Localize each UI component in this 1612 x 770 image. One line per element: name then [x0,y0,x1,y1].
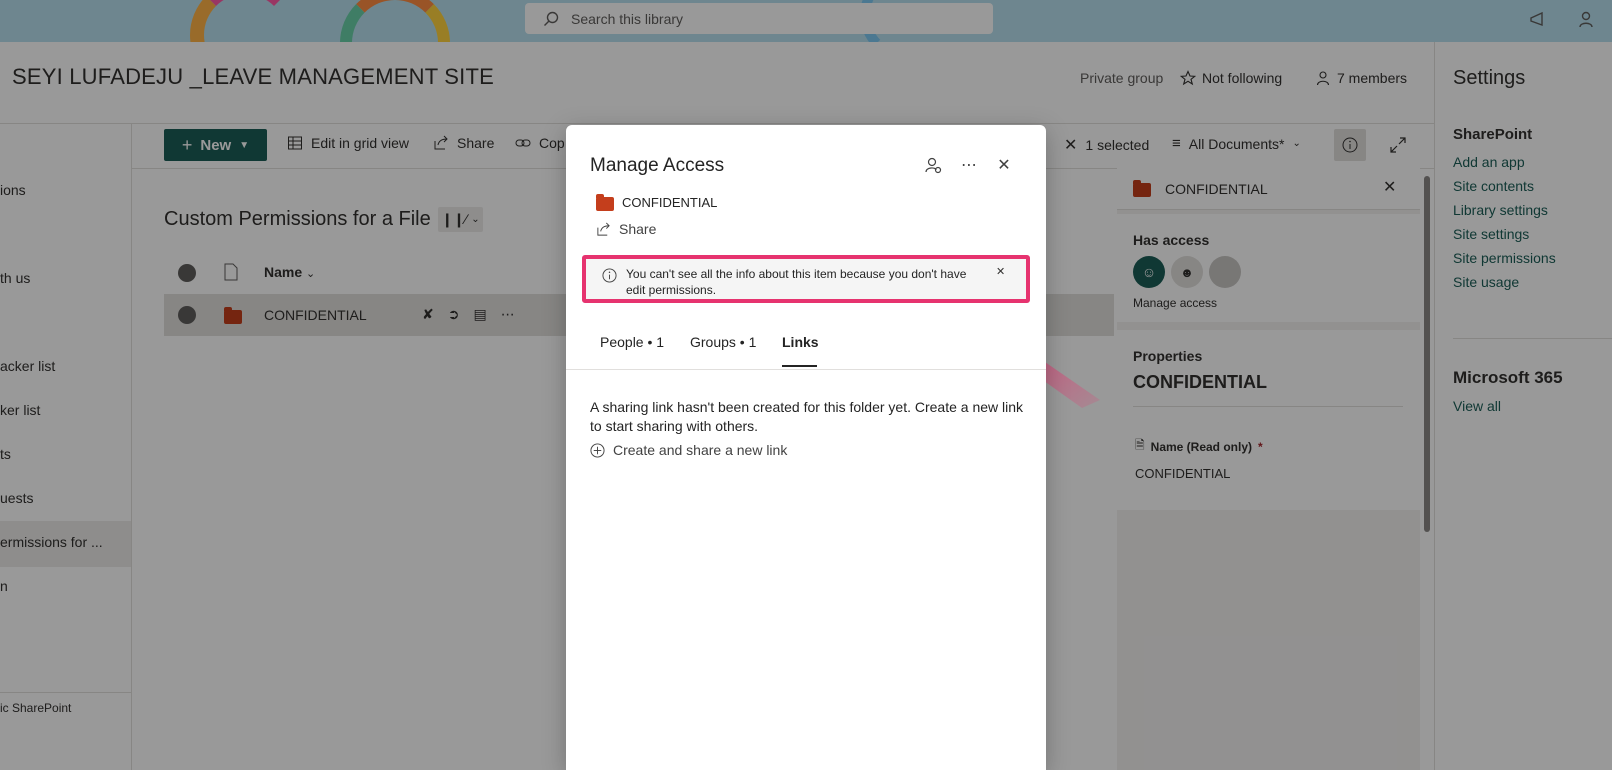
share-label: Share [619,221,657,237]
add-circle-icon [590,442,605,458]
item-name: CONFIDENTIAL [622,195,718,210]
dialog-title: Manage Access [590,155,725,176]
dismiss-icon[interactable]: ✕ [996,265,1005,278]
more-icon[interactable]: ⋯ [959,155,979,175]
tab-bar: People • 1 Groups • 1 Links [566,322,1046,370]
advanced-settings-icon[interactable] [923,155,943,175]
tab-groups[interactable]: Groups • 1 [690,334,756,350]
create-link-button[interactable]: Create and share a new link [590,442,787,458]
share-button[interactable]: Share [596,221,656,237]
item-name-row: CONFIDENTIAL [596,193,718,211]
permission-warning-banner: You can't see all the info about this it… [582,255,1030,303]
info-icon [602,268,617,283]
links-empty-message: A sharing link hasn't been created for t… [590,399,1024,434]
tab-people[interactable]: People • 1 [600,334,664,350]
manage-access-dialog: Manage Access ⋯ ✕ CONFIDENTIAL Share You… [566,125,1046,770]
create-link-label: Create and share a new link [613,442,788,458]
share-icon [597,222,610,236]
warning-text: You can't see all the info about this it… [626,267,967,297]
tab-links[interactable]: Links [782,334,819,350]
active-tab-indicator [782,365,817,367]
folder-icon [596,193,614,211]
close-icon[interactable]: ✕ [994,155,1014,175]
